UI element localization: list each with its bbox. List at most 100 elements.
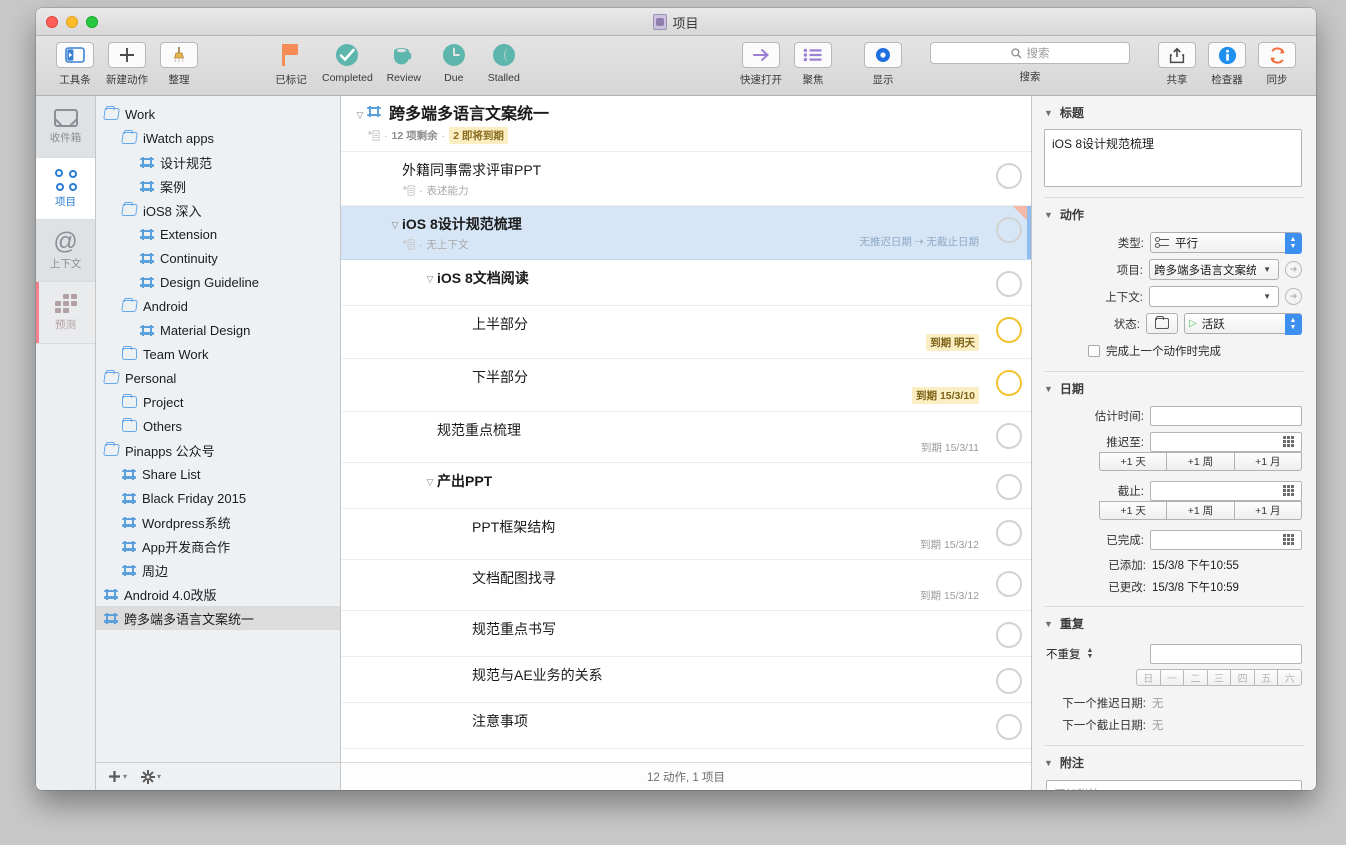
task-name[interactable]: 下半部分 (472, 368, 847, 387)
triangle-down-icon[interactable]: ▼ (1044, 108, 1053, 118)
section-header-note[interactable]: ▼ 附注 (1032, 746, 1316, 777)
chevron-down-icon[interactable]: ▼ (1263, 292, 1274, 301)
sidebar-item[interactable]: Black Friday 2015 (96, 486, 340, 510)
due-plus-month[interactable]: +1 月 (1235, 501, 1302, 520)
estimate-input[interactable] (1150, 406, 1302, 426)
task-row[interactable]: 注意事项 (341, 703, 1031, 749)
section-header-dates[interactable]: ▼ 日期 (1032, 372, 1316, 403)
checkbox[interactable] (1088, 345, 1100, 357)
task-row[interactable]: 外籍同事需求评审PPT·表述能力 (341, 152, 1031, 206)
disclosure-triangle-icon[interactable]: ▽ (388, 216, 402, 234)
rail-item-contexts[interactable]: @ 上下文 (36, 220, 95, 282)
due-plus-day[interactable]: +1 天 (1099, 501, 1167, 520)
task-row[interactable]: 规范重点书写 (341, 611, 1031, 657)
task-status-circle[interactable] (996, 622, 1022, 648)
task-row[interactable]: ▽跨多端多语言文案统一·12 项剩余·2 即将到期 (341, 96, 1031, 152)
context-select[interactable]: ▼ (1149, 286, 1279, 307)
due-plus-week[interactable]: +1 周 (1167, 501, 1234, 520)
add-button[interactable]: ▾ (108, 770, 127, 783)
task-name[interactable]: PPT框架结构 (472, 518, 847, 537)
task-status-circle[interactable] (996, 317, 1022, 343)
disclosure-triangle-icon[interactable]: ▽ (353, 106, 367, 124)
triangle-down-icon[interactable]: ▼ (1044, 384, 1053, 394)
task-name[interactable]: 规范与AE业务的关系 (472, 666, 847, 685)
sidebar-item[interactable]: Personal (96, 366, 340, 390)
note-icon[interactable] (402, 239, 415, 250)
plus-icon[interactable] (108, 42, 146, 68)
weekday-sat[interactable]: 六 (1278, 669, 1302, 686)
repeat-interval-input[interactable] (1150, 644, 1302, 664)
task-row[interactable]: 上半部分到期 明天 (341, 306, 1031, 359)
section-header-title[interactable]: ▼ 标题 (1032, 96, 1316, 127)
toolbar-quick-open[interactable]: 快速打开 (734, 42, 788, 87)
calendar-icon[interactable] (1283, 534, 1296, 546)
sidebar-item[interactable]: Work (96, 102, 340, 126)
disclosure-triangle-icon[interactable]: ▽ (423, 270, 437, 288)
weekday-fri[interactable]: 五 (1255, 669, 1279, 686)
note-icon[interactable] (402, 185, 415, 196)
share-icon[interactable] (1158, 42, 1196, 68)
sidebar-toggle-icon[interactable] (56, 42, 94, 68)
sidebar-item[interactable]: Wordpress系统 (96, 510, 340, 534)
stepper-icon[interactable]: ▲▼ (1285, 233, 1302, 254)
task-name[interactable]: 上半部分 (472, 315, 847, 334)
task-row[interactable]: ▽iOS 8文档阅读 (341, 260, 1031, 306)
goto-project-button[interactable]: ➜ (1285, 261, 1302, 278)
task-status-circle[interactable] (996, 423, 1022, 449)
sidebar-item[interactable]: Others (96, 414, 340, 438)
toolbar-perspective-review[interactable]: Review (379, 42, 429, 84)
sidebar-item[interactable]: Pinapps 公众号 (96, 438, 340, 462)
search-input[interactable]: 搜索 (930, 42, 1130, 64)
task-status-circle[interactable] (996, 714, 1022, 740)
note-icon[interactable] (367, 130, 380, 141)
sidebar-item[interactable]: Project (96, 390, 340, 414)
stepper-icon[interactable]: ▲▼ (1285, 314, 1302, 335)
task-row[interactable]: 规范重点梳理到期 15/3/11 (341, 412, 1031, 463)
chevron-down-icon[interactable]: ▼ (1263, 265, 1274, 274)
goto-context-button[interactable]: ➜ (1285, 288, 1302, 305)
type-select[interactable]: 平行 ▲▼ (1150, 232, 1302, 253)
task-status-circle[interactable] (996, 370, 1022, 396)
sidebar-item[interactable]: 跨多端多语言文案统一 (96, 606, 340, 630)
task-name[interactable]: iOS 8文档阅读 (437, 269, 847, 288)
sidebar-item[interactable]: Continuity (96, 246, 340, 270)
triangle-down-icon[interactable]: ▼ (1044, 758, 1053, 768)
weekday-thu[interactable]: 四 (1231, 669, 1255, 686)
defer-plus-week[interactable]: +1 周 (1167, 452, 1234, 471)
task-status-circle[interactable] (996, 163, 1022, 189)
sidebar-item[interactable]: 设计规范 (96, 150, 340, 174)
toolbar-view[interactable]: 显示 (858, 42, 908, 87)
defer-input[interactable] (1150, 432, 1302, 452)
task-name[interactable]: 产出PPT (437, 472, 847, 491)
task-name[interactable]: iOS 8设计规范梳理 (402, 215, 847, 234)
section-header-action[interactable]: ▼ 动作 (1032, 198, 1316, 229)
task-row[interactable]: PPT框架结构到期 15/3/12 (341, 509, 1031, 560)
toolbar-perspective-flagged[interactable]: 已标记 (266, 42, 316, 87)
triangle-down-icon[interactable]: ▼ (1044, 210, 1053, 220)
sidebar-item[interactable]: Design Guideline (96, 270, 340, 294)
sidebar-item[interactable]: iWatch apps (96, 126, 340, 150)
toolbar-sidebar-toggle[interactable]: 工具条 (50, 42, 100, 87)
rail-item-projects[interactable]: 项目 (36, 158, 95, 220)
defer-plus-month[interactable]: +1 月 (1235, 452, 1302, 471)
task-status-circle[interactable] (996, 571, 1022, 597)
defer-plus-day[interactable]: +1 天 (1099, 452, 1167, 471)
rail-item-inbox[interactable]: 收件箱 (36, 96, 95, 158)
sidebar-item[interactable]: App开发商合作 (96, 534, 340, 558)
toolbar-new-action[interactable]: 新建动作 (100, 42, 154, 87)
rail-item-forecast[interactable]: 预测 (36, 282, 95, 344)
weekday-mon[interactable]: 一 (1161, 669, 1185, 686)
sidebar-item[interactable]: Extension (96, 222, 340, 246)
repeat-mode-value[interactable]: 不重复 (1046, 646, 1081, 662)
due-input[interactable] (1150, 481, 1302, 501)
task-name[interactable]: 注意事项 (472, 712, 847, 731)
sidebar-item[interactable]: 案例 (96, 174, 340, 198)
title-field[interactable]: iOS 8设计规范梳理 (1044, 129, 1302, 187)
folder-status-button[interactable] (1146, 313, 1178, 334)
task-status-circle[interactable] (996, 271, 1022, 297)
calendar-icon[interactable] (1283, 485, 1296, 497)
toolbar-share[interactable]: 共享 (1152, 42, 1202, 87)
complete-with-last-row[interactable]: 完成上一个动作时完成 (1032, 337, 1316, 363)
list-icon[interactable] (794, 42, 832, 68)
settings-button[interactable]: ▾ (141, 770, 161, 784)
